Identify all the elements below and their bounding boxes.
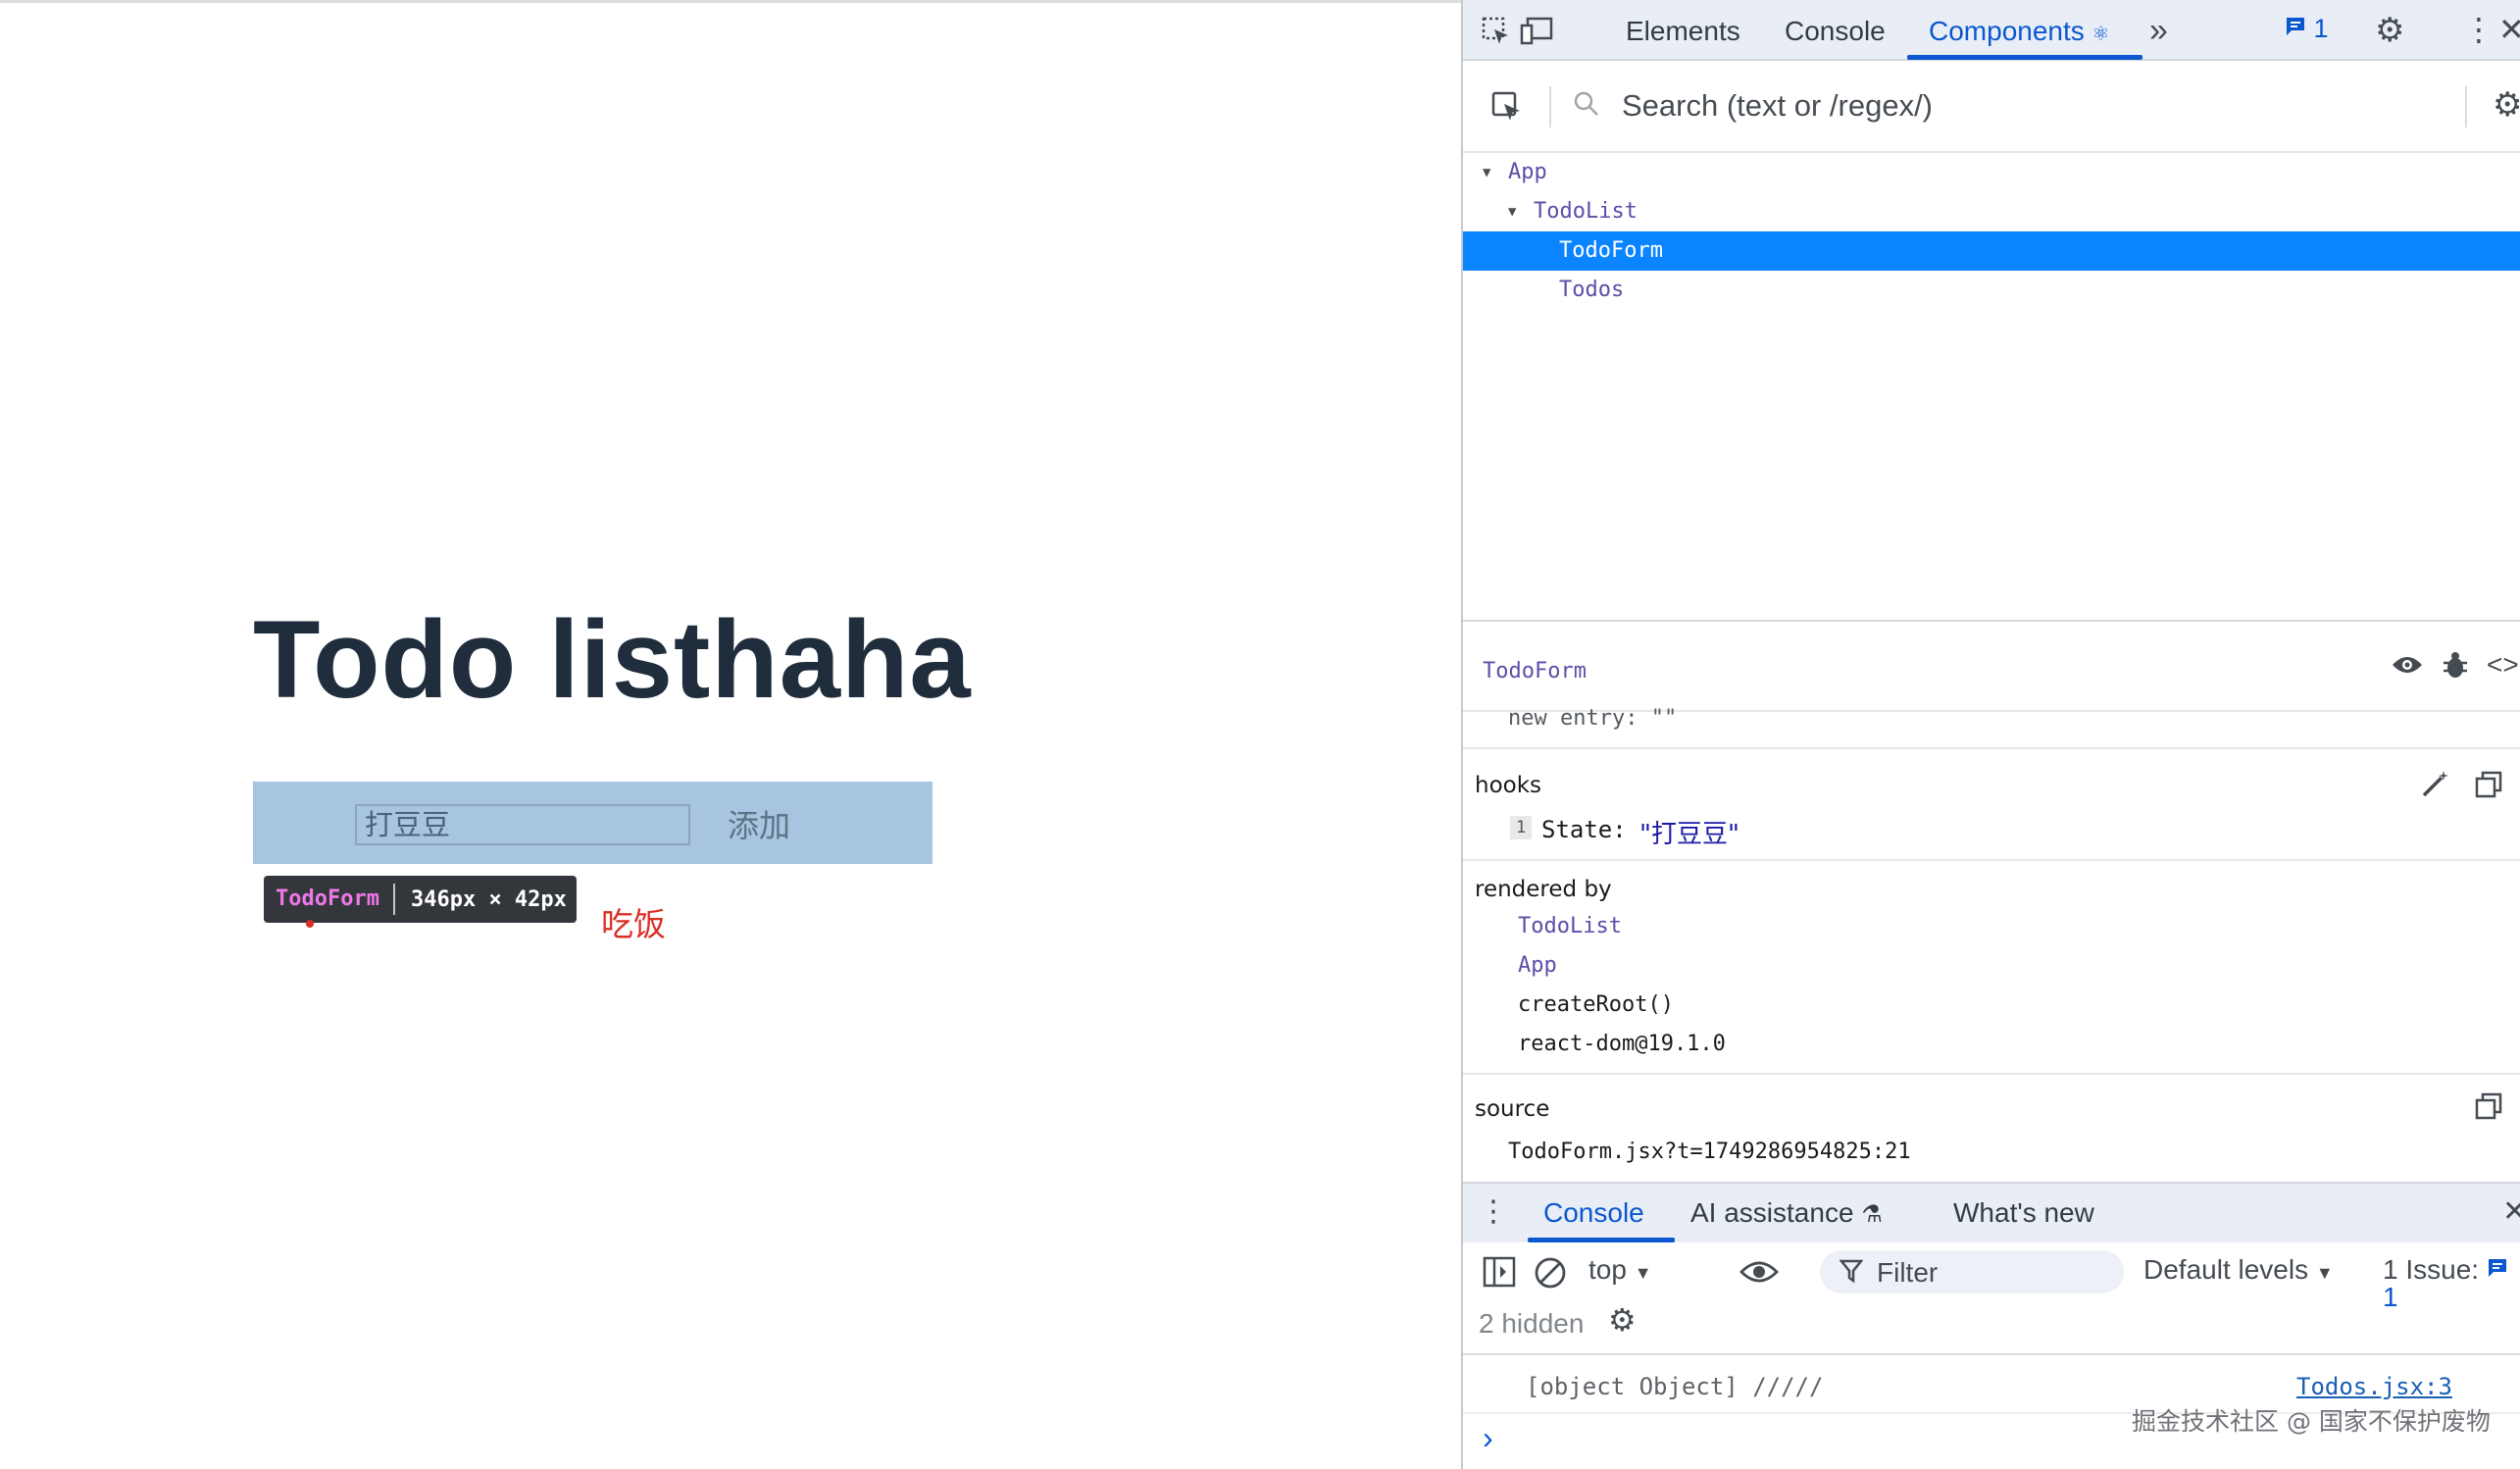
source-location[interactable]: TodoForm.jsx?t=1749286954825:21 [1508, 1140, 1911, 1164]
inspect-element-icon[interactable] [1481, 16, 1512, 53]
sidebar-toggle-icon[interactable] [1483, 1256, 1516, 1293]
component-search-input[interactable]: Search (text or /regex/) [1622, 88, 1933, 124]
page-title: Todo listhaha [253, 598, 972, 721]
console-divider [1463, 1353, 2520, 1355]
console-message-text: [object Object] ///// [1526, 1373, 1824, 1400]
hook-name: State: [1541, 816, 1627, 843]
dropdown-caret-icon: ▼ [1634, 1263, 1652, 1283]
drawer-tab-console[interactable]: Console [1543, 1197, 1644, 1229]
rendered-by-react-dom: react-dom@19.1.0 [1518, 1032, 1726, 1056]
devtools-tabbar: Elements Console Components ⚛ » 1 ⚙ ⋮ ✕ [1463, 0, 2520, 61]
close-devtools-icon[interactable]: ✕ [2498, 14, 2520, 45]
watermark: 掘金技术社区 @ 国家不保护废物 [2132, 1407, 2491, 1436]
message-icon [2287, 18, 2304, 35]
todo-item[interactable]: 吃饭 [601, 898, 666, 945]
app-page: Todo listhaha 打豆豆 添加 TodoForm 346px × 42… [0, 0, 1461, 1469]
inspect-tooltip: TodoForm 346px × 42px [264, 876, 577, 923]
components-search-row: Search (text or /regex/) ⚙ [1463, 61, 2520, 153]
message-icon [2488, 1259, 2506, 1277]
divider [1463, 747, 2520, 749]
log-levels-value: Default levels [2143, 1254, 2309, 1285]
copy-source-icon[interactable] [2475, 1092, 2502, 1125]
search-divider-right [2465, 86, 2467, 127]
expand-arrow-icon[interactable]: ▼ [1508, 192, 1516, 231]
drawer-tabbar: ⋮ Console AI assistance ⚗ What's new ✕ [1463, 1182, 2520, 1242]
issues-count: 1 [2383, 1282, 2398, 1312]
console-toolbar: top ▼ Filter Default levels ▼ 1 Issue: 1 [1463, 1242, 2520, 1311]
todo-input[interactable]: 打豆豆 [355, 804, 690, 845]
settings-gear-icon[interactable]: ⚙ [2375, 14, 2404, 47]
tree-node-todoform[interactable]: TodoForm [1463, 231, 2520, 271]
context-value: top [1588, 1254, 1627, 1285]
more-options-icon[interactable]: ⋮ [2463, 14, 2495, 45]
tab-elements[interactable]: Elements [1626, 16, 1740, 47]
active-tab-indicator [1907, 55, 2142, 60]
tree-node-todos[interactable]: Todos [1463, 271, 2520, 310]
tree-node-app[interactable]: ▼ App [1463, 153, 2520, 192]
more-tabs-icon[interactable]: » [2149, 14, 2168, 47]
divider [1463, 1073, 2520, 1075]
tree-node-label: App [1508, 160, 1547, 184]
devtools-panel: Elements Console Components ⚛ » 1 ⚙ ⋮ ✕ … [1461, 0, 2520, 1469]
tab-console[interactable]: Console [1785, 16, 1886, 47]
source-section-label: source [1475, 1096, 1550, 1122]
react-icon: ⚛ [2092, 24, 2110, 45]
filter-funnel-icon [1839, 1258, 1864, 1289]
tab-components[interactable]: Components ⚛ [1929, 16, 2109, 47]
tab-components-label: Components [1929, 16, 2085, 46]
clear-console-icon[interactable] [1534, 1256, 1567, 1295]
flask-icon: ⚗ [1861, 1201, 1883, 1228]
tree-node-label: TodoList [1534, 199, 1638, 224]
console-issues-button[interactable]: 1 Issue: 1 [2383, 1256, 2520, 1311]
rendered-by-createroot: createRoot() [1518, 992, 1674, 1017]
inspected-component-name: TodoForm [1483, 659, 1587, 684]
hidden-messages-count: 2 hidden [1479, 1308, 1585, 1339]
bug-icon[interactable] [2442, 651, 2469, 685]
tree-node-todolist[interactable]: ▼ TodoList [1463, 192, 2520, 231]
components-settings-gear-icon[interactable]: ⚙ [2493, 88, 2520, 122]
tree-node-label: Todos [1559, 278, 1625, 302]
console-message-source-link[interactable]: Todos.jsx:3 [2296, 1373, 2452, 1400]
expand-arrow-icon[interactable]: ▼ [1483, 153, 1490, 192]
issues-badge-count: 1 [2313, 14, 2329, 43]
pane-splitter[interactable] [1463, 620, 2520, 622]
rendered-by-app[interactable]: App [1518, 953, 1557, 978]
rendered-by-label: rendered by [1475, 877, 1612, 902]
inspect-tooltip-component: TodoForm [264, 884, 395, 915]
tree-node-label: TodoForm [1559, 238, 1663, 263]
drawer-tab-whats-new[interactable]: What's new [1953, 1197, 2094, 1229]
log-levels-dropdown[interactable]: Default levels ▼ [2143, 1256, 2334, 1284]
select-component-icon[interactable] [1490, 90, 1524, 129]
divider [1463, 859, 2520, 861]
view-source-icon[interactable]: <> [2487, 651, 2519, 679]
rendered-by-todolist[interactable]: TodoList [1518, 914, 1622, 938]
props-partial-entry: new entry: "" [1508, 706, 1678, 731]
filter-placeholder: Filter [1877, 1257, 1939, 1288]
context-selector[interactable]: top ▼ [1588, 1256, 1652, 1284]
eye-icon[interactable] [2391, 653, 2424, 683]
live-expression-eye-icon[interactable] [1739, 1258, 1779, 1292]
inspect-tooltip-size: 346px × 42px [410, 886, 567, 912]
add-button[interactable]: 添加 [728, 801, 790, 846]
copy-icon[interactable] [2475, 771, 2502, 803]
issues-button[interactable]: 1 [2285, 16, 2329, 42]
issues-label: 1 Issue: [2383, 1254, 2480, 1285]
drawer-tab-ai-assistance[interactable]: AI assistance ⚗ [1690, 1197, 1883, 1229]
hook-value[interactable]: "打豆豆" [1639, 814, 1739, 850]
tooltip-pointer [306, 920, 314, 928]
close-drawer-icon[interactable]: ✕ [2502, 1197, 2520, 1227]
magic-wand-icon[interactable] [2420, 769, 2451, 803]
drawer-tab-label: AI assistance [1690, 1197, 1854, 1228]
drawer-menu-icon[interactable]: ⋮ [1479, 1197, 1508, 1227]
console-filter-input[interactable]: Filter [1820, 1250, 2124, 1293]
search-icon [1573, 90, 1600, 122]
hook-index-badge: 1 [1510, 816, 1533, 839]
device-toolbar-icon[interactable] [1520, 16, 1555, 53]
search-divider [1549, 86, 1551, 127]
dropdown-caret-icon: ▼ [2315, 1263, 2334, 1283]
console-prompt[interactable]: › [1483, 1420, 1493, 1456]
console-settings-gear-icon[interactable]: ⚙ [1608, 1304, 1637, 1336]
hooks-section-label: hooks [1475, 773, 1542, 798]
